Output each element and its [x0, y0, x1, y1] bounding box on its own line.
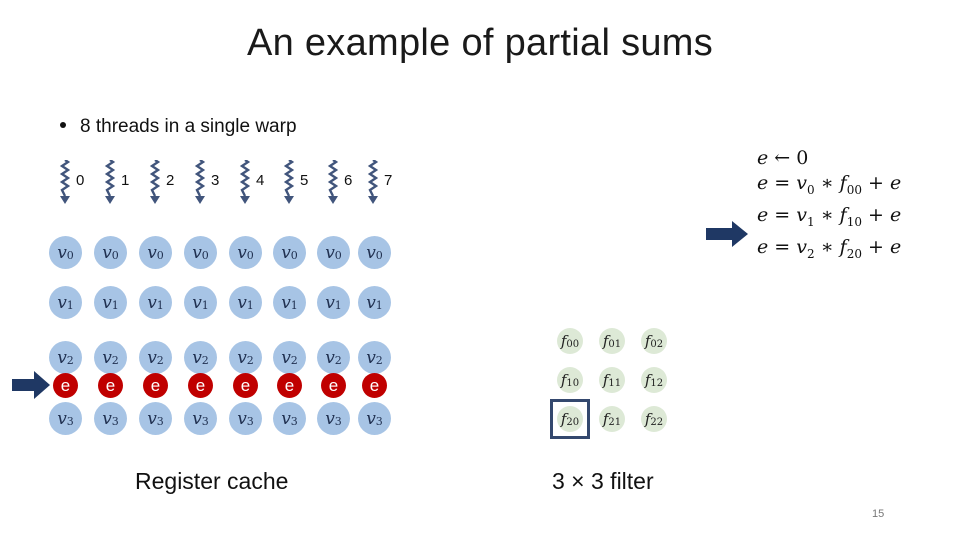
register-v3-thread-0: v3	[49, 402, 82, 435]
register-v1-thread-5: v1	[273, 286, 306, 319]
register-v3-thread-4: v3	[229, 402, 262, 435]
current-equation-arrow-icon	[706, 221, 748, 247]
register-v2-thread-1: v2	[94, 341, 127, 374]
register-v2-thread-7: v2	[358, 341, 391, 374]
thread-2: 2	[148, 160, 188, 210]
register-v0-thread-5: v0	[273, 236, 306, 269]
thread-5: 5	[282, 160, 322, 210]
accumulator-e-thread-3: e	[188, 373, 213, 398]
register-v1-thread-3: v1	[184, 286, 217, 319]
accumulator-e-thread-2: e	[143, 373, 168, 398]
thread-label: 0	[76, 172, 85, 189]
register-v0-thread-3: v0	[184, 236, 217, 269]
thread-label: 4	[256, 172, 265, 189]
wavy-arrow-down-icon	[194, 160, 206, 204]
accumulator-e-thread-7: e	[362, 373, 387, 398]
arrow-right-icon	[12, 371, 50, 399]
filter-cell-f22: f 22	[641, 406, 667, 432]
thread-label: 1	[121, 172, 130, 189]
register-v1-thread-6: v1	[317, 286, 350, 319]
thread-4: 4	[238, 160, 278, 210]
thread-7: 7	[366, 160, 406, 210]
register-v0-thread-0: v0	[49, 236, 82, 269]
bullet-item: 8 threads in a single warp	[60, 116, 297, 138]
register-v3-thread-6: v3	[317, 402, 350, 435]
register-cache-caption: Register cache	[135, 468, 289, 494]
register-v0-thread-2: v0	[139, 236, 172, 269]
thread-label: 5	[300, 172, 309, 189]
filter-cell-f10: f 10	[557, 367, 583, 393]
thread-label: 3	[211, 172, 220, 189]
thread-label: 7	[384, 172, 393, 189]
register-v3-thread-3: v3	[184, 402, 217, 435]
thread-1: 1	[103, 160, 143, 210]
wavy-arrow-down-icon	[367, 160, 379, 204]
equation-line-2: e = v1 ∗ f10 + e	[757, 203, 902, 229]
register-v2-thread-4: v2	[229, 341, 262, 374]
filter-cell-f00: f 00	[557, 328, 583, 354]
register-v3-thread-2: v3	[139, 402, 172, 435]
register-v2-thread-2: v2	[139, 341, 172, 374]
page-number: 15	[872, 508, 885, 520]
register-v2-thread-5: v2	[273, 341, 306, 374]
register-v1-thread-7: v1	[358, 286, 391, 319]
wavy-arrow-down-icon	[104, 160, 116, 204]
thread-label: 2	[166, 172, 175, 189]
slide-title: An example of partial sums	[246, 22, 714, 64]
filter-cell-f21: f 21	[599, 406, 625, 432]
register-v3-thread-1: v3	[94, 402, 127, 435]
bullet-dot	[60, 121, 66, 128]
register-v0-thread-1: v0	[94, 236, 127, 269]
register-v3-thread-5: v3	[273, 402, 306, 435]
thread-label: 6	[344, 172, 353, 189]
wavy-arrow-down-icon	[239, 160, 251, 204]
wavy-arrow-down-icon	[327, 160, 339, 204]
filter-caption: 3 × 3 filter	[552, 468, 654, 494]
equation-line-0: e ← 0	[757, 147, 809, 169]
register-v1-thread-2: v1	[139, 286, 172, 319]
equation-block: e ← 0 e = v0 ∗ f00 + e e = v1 ∗ f10 + e e =…	[757, 146, 901, 266]
accumulator-e-thread-4: e	[233, 373, 258, 398]
accumulator-e-thread-0: e	[53, 373, 78, 398]
register-v2-thread-0: v2	[49, 341, 82, 374]
thread-0: 0	[58, 160, 98, 210]
bullet-text: 8 threads in a single warp	[80, 116, 297, 137]
wavy-arrow-down-icon	[149, 160, 161, 204]
register-v1-thread-4: v1	[229, 286, 262, 319]
register-v0-thread-6: v0	[317, 236, 350, 269]
filter-cell-f02: f 02	[641, 328, 667, 354]
register-v0-thread-7: v0	[358, 236, 391, 269]
register-v1-thread-0: v1	[49, 286, 82, 319]
filter-cell-f11: f 11	[599, 367, 625, 393]
register-v1-thread-1: v1	[94, 286, 127, 319]
wavy-arrow-down-icon	[59, 160, 71, 204]
register-v2-thread-6: v2	[317, 341, 350, 374]
accumulator-e-thread-1: e	[98, 373, 123, 398]
filter-highlight-box	[550, 399, 590, 439]
accumulator-e-thread-5: e	[277, 373, 302, 398]
equation-line-3: e = v2 ∗ f20 + e	[757, 235, 902, 261]
filter-cell-f12: f 12	[641, 367, 667, 393]
register-v3-thread-7: v3	[358, 402, 391, 435]
thread-6: 6	[326, 160, 366, 210]
register-v2-thread-3: v2	[184, 341, 217, 374]
wavy-arrow-down-icon	[283, 160, 295, 204]
filter-cell-f01: f 01	[599, 328, 625, 354]
register-v0-thread-4: v0	[229, 236, 262, 269]
accumulator-e-thread-6: e	[321, 373, 346, 398]
thread-3: 3	[193, 160, 233, 210]
equation-line-1: e = v0 ∗ f00 + e	[757, 172, 902, 197]
